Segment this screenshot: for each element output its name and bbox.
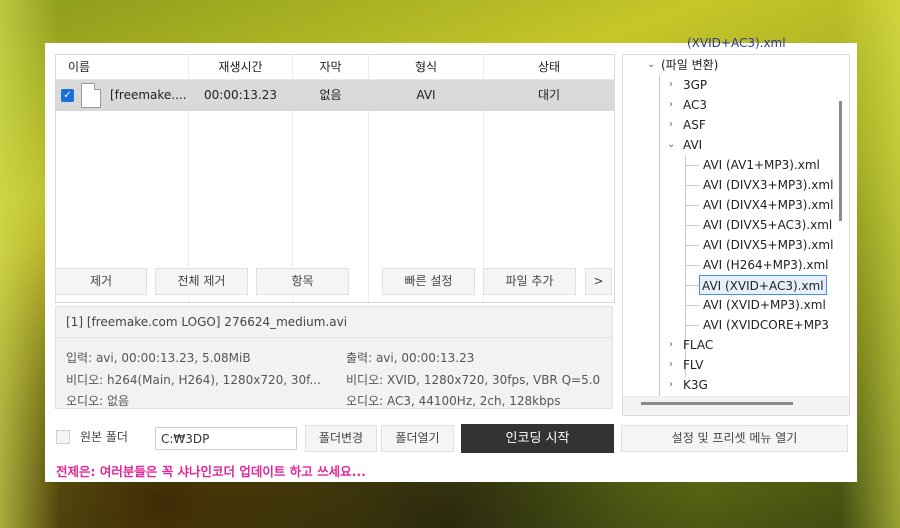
tree-tick (685, 305, 699, 306)
tree-guide-line (659, 75, 660, 415)
media-info-panel: [1] [freemake.com LOGO] 276624_medium.av… (55, 306, 613, 409)
file-subtitle: 없음 (319, 88, 342, 102)
add-file-button[interactable]: 파일 추가 (483, 268, 576, 295)
tree-item-avi[interactable]: AVI (683, 135, 702, 155)
tree-overflow-label: (XVID+AC3).xml (687, 36, 786, 50)
chevron-right-icon[interactable]: › (669, 335, 679, 355)
chevron-right-icon[interactable]: › (669, 355, 679, 375)
tree-root-item[interactable]: (파일 변환) (661, 55, 718, 75)
open-folder-button[interactable]: 폴더열기 (381, 425, 454, 452)
chevron-right-icon[interactable]: › (669, 95, 679, 115)
tree-tick (685, 185, 699, 186)
tree-tick (685, 285, 699, 286)
tree-preset-item[interactable]: AVI (XVIDCORE+MP3 (703, 315, 829, 335)
tree-tick (685, 225, 699, 226)
tree-preset-item[interactable]: AVI (DIVX5+AC3).xml (703, 215, 832, 235)
info-divider (56, 337, 612, 338)
encoder-window: 이름 재생시간 자막 형식 상태 ✓ [freemake.... 00:00:1… (45, 36, 857, 482)
source-folder-label: 원본 폴더 (80, 430, 128, 444)
input-audio-info: 오디오: 없음 (66, 394, 130, 408)
preset-tree[interactable]: ⌄ (파일 변환) › 3GP › AC3 › ASF ⌄ AVI AVI (A… (622, 54, 850, 416)
tree-preset-item[interactable]: AVI (AV1+MP3).xml (703, 155, 820, 175)
file-format: AVI (416, 88, 436, 102)
tree-horizontal-scroll-track[interactable] (623, 396, 849, 415)
tree-preset-item[interactable]: AVI (H264+MP3).xml (703, 255, 829, 275)
output-audio-info: 오디오: AC3, 44100Hz, 2ch, 128kbps (346, 394, 561, 408)
tree-horizontal-scrollbar[interactable] (641, 402, 793, 405)
change-folder-button[interactable]: 폴더변경 (305, 425, 377, 452)
tree-item-flac[interactable]: FLAC (683, 335, 713, 355)
tree-preset-item[interactable]: AVI (DIVX3+MP3).xml (703, 175, 833, 195)
chevron-right-icon[interactable]: › (669, 75, 679, 95)
tree-preset-item[interactable]: AVI (XVID+MP3).xml (703, 295, 826, 315)
column-header-subtitle[interactable]: 자막 (293, 55, 368, 79)
output-folder-input[interactable] (155, 427, 297, 450)
tree-tick (685, 205, 699, 206)
tree-tick (685, 245, 699, 246)
file-status: 대기 (537, 88, 561, 102)
output-info: 출력: avi, 00:00:13.23 (346, 351, 475, 365)
file-name: [freemake.... (110, 88, 187, 102)
source-folder-checkbox[interactable] (56, 430, 70, 444)
quick-settings-button[interactable]: 빠른 설정 (382, 268, 475, 295)
table-row[interactable]: ✓ [freemake.... 00:00:13.23 없음 AVI 대기 (56, 80, 614, 111)
input-video-info: 비디오: h264(Main, H264), 1280x720, 30f... (66, 373, 321, 387)
tree-item-k3g[interactable]: K3G (683, 375, 708, 395)
tree-tick (685, 165, 699, 166)
file-duration: 00:00:13.23 (204, 88, 277, 102)
row-checkbox[interactable]: ✓ (61, 89, 74, 102)
column-header-name[interactable]: 이름 (56, 55, 188, 79)
tree-item-flv[interactable]: FLV (683, 355, 703, 375)
more-button[interactable]: > (585, 268, 612, 295)
table-header: 이름 재생시간 자막 형식 상태 (56, 55, 614, 80)
tree-tick (685, 325, 699, 326)
file-list-table: 이름 재생시간 자막 형식 상태 ✓ [freemake.... 00:00:1… (55, 54, 615, 303)
column-header-duration[interactable]: 재생시간 (189, 55, 292, 79)
tree-item-3gp[interactable]: 3GP (683, 75, 707, 95)
file-icon (81, 83, 101, 108)
remove-button[interactable]: 제거 (55, 268, 147, 295)
tree-item-ac3[interactable]: AC3 (683, 95, 707, 115)
chevron-down-icon[interactable]: ⌄ (667, 135, 677, 155)
item-button[interactable]: 항목 (256, 268, 349, 295)
start-encoding-button[interactable]: 인코딩 시작 (461, 424, 614, 453)
chevron-right-icon[interactable]: › (669, 115, 679, 135)
input-info: 입력: avi, 00:00:13.23, 5.08MiB (66, 351, 251, 365)
column-header-status[interactable]: 상태 (484, 55, 614, 79)
tree-vertical-scrollbar[interactable] (839, 101, 842, 221)
chevron-right-icon[interactable]: › (669, 375, 679, 395)
update-notice: 전제은: 여러분들은 꼭 샤나인코더 업데이트 하고 쓰세요... (56, 464, 366, 479)
tree-preset-item-selected[interactable]: AVI (XVID+AC3).xml (699, 275, 827, 295)
chevron-down-icon[interactable]: ⌄ (647, 55, 657, 75)
output-video-info: 비디오: XVID, 1280x720, 30fps, VBR Q=5.0 (346, 373, 601, 387)
preset-menu-button[interactable]: 설정 및 프리셋 메뉴 열기 (621, 425, 848, 452)
tree-preset-item[interactable]: AVI (DIVX5+MP3).xml (703, 235, 833, 255)
tree-item-asf[interactable]: ASF (683, 115, 706, 135)
remove-all-button[interactable]: 전체 제거 (155, 268, 248, 295)
media-info-title: [1] [freemake.com LOGO] 276624_medium.av… (66, 315, 348, 329)
column-header-format[interactable]: 형식 (369, 55, 483, 79)
tree-preset-item[interactable]: AVI (DIVX4+MP3).xml (703, 195, 833, 215)
tree-tick (685, 265, 699, 266)
